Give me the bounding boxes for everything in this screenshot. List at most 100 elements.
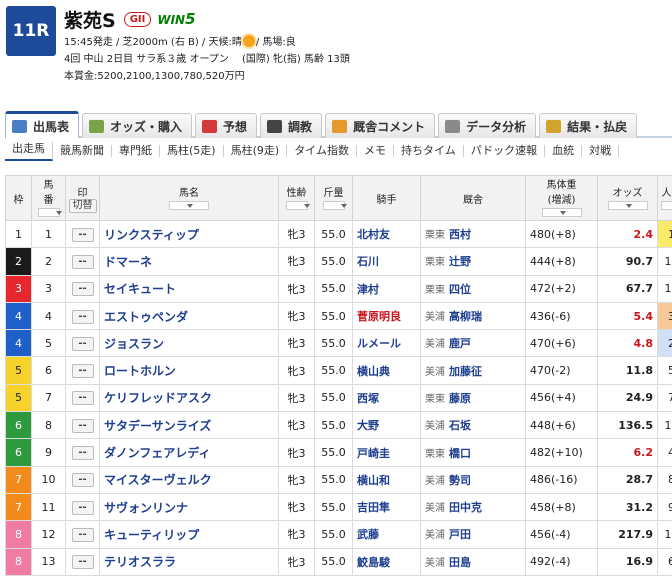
jockey-link[interactable]: 武藤 (357, 528, 379, 541)
trainer-link[interactable]: 橋口 (449, 447, 471, 460)
odds-value[interactable]: 31.2 (626, 501, 653, 514)
subnav-item[interactable]: 血統 (545, 145, 583, 157)
trainer-link[interactable]: 四位 (449, 283, 471, 296)
horse-name-link[interactable]: ジョスラン (104, 337, 164, 351)
horse-name-link[interactable]: ロートホルン (104, 364, 176, 378)
sort-dropdown-icon[interactable] (322, 200, 347, 210)
subnav-item[interactable]: 対戦 (582, 145, 620, 157)
horse-name-link[interactable]: ケリフレッドアスク (104, 391, 212, 405)
trainer-link[interactable]: 戸田 (449, 528, 471, 541)
mark-select-button[interactable]: -- (71, 364, 94, 379)
trainer-link[interactable]: 加藤征 (449, 365, 482, 378)
jockey-link[interactable]: 鮫島駿 (357, 556, 390, 569)
tab-3[interactable]: 調教 (260, 113, 323, 138)
tab-2[interactable]: 予想 (195, 113, 258, 138)
tab-1[interactable]: オッズ・購入 (82, 113, 193, 138)
sex-age-cell: 牝3 (278, 383, 315, 413)
mark-select-button[interactable]: -- (71, 391, 94, 406)
horse-name-link[interactable]: ドマーネ (104, 255, 152, 269)
horse-name-link[interactable]: サヴォンリンナ (104, 501, 188, 515)
odds-value[interactable]: 28.7 (626, 473, 653, 486)
jockey-link[interactable]: 吉田隼 (357, 501, 390, 514)
tab-4[interactable]: 厩舎コメント (325, 113, 436, 138)
sort-dropdown-icon[interactable] (285, 200, 310, 210)
horse-name-link[interactable]: マイスターヴェルク (104, 473, 212, 487)
subnav-item[interactable]: 競馬新聞 (53, 145, 112, 157)
jockey-link[interactable]: 西塚 (357, 392, 379, 405)
jockey-link[interactable]: 横山和 (357, 474, 390, 487)
horse-name-link[interactable]: リンクスティップ (104, 228, 199, 242)
jockey-link[interactable]: 大野 (357, 419, 379, 432)
horse-name-link[interactable]: キューティリップ (104, 528, 199, 542)
tab-6[interactable]: 結果・払戻 (539, 113, 638, 138)
subnav-item[interactable]: パドック速報 (464, 145, 546, 157)
trainer-link[interactable]: 田中克 (449, 501, 482, 514)
sort-dropdown-icon[interactable] (37, 208, 62, 217)
col-weight[interactable]: 斤量 (314, 175, 353, 221)
jockey-link[interactable]: 津村 (357, 283, 379, 296)
odds-value[interactable]: 24.9 (626, 391, 653, 404)
odds-value[interactable]: 217.9 (618, 528, 653, 541)
jockey-link[interactable]: 戸崎圭 (357, 447, 390, 460)
sort-dropdown-icon[interactable] (660, 200, 672, 210)
odds-value[interactable]: 6.2 (634, 446, 654, 459)
mark-select-button[interactable]: -- (71, 555, 94, 570)
horse-name-link[interactable]: テリオスララ (104, 555, 176, 569)
jockey-link[interactable]: 北村友 (357, 228, 390, 241)
mark-select-button[interactable]: -- (71, 418, 94, 433)
mark-select-button[interactable]: -- (71, 336, 94, 351)
mark-select-button[interactable]: -- (71, 500, 94, 515)
trainer-link[interactable]: 田島 (449, 556, 471, 569)
subnav-item[interactable]: タイム指数 (287, 145, 357, 157)
mark-select-button[interactable]: -- (71, 527, 94, 542)
odds-value[interactable]: 67.7 (626, 282, 653, 295)
trainer-link[interactable]: 勢司 (449, 474, 471, 487)
odds-value[interactable]: 11.8 (626, 364, 653, 377)
horse-name-link[interactable]: サタデーサンライズ (104, 419, 211, 433)
col-body-weight[interactable]: 馬体重 (増減) (525, 175, 598, 221)
tab-0[interactable]: 出馬表 (5, 111, 80, 138)
subnav-item[interactable]: メモ (357, 145, 394, 157)
mark-select-button[interactable]: -- (71, 446, 94, 461)
mark-select-button[interactable]: -- (71, 309, 94, 324)
odds-value[interactable]: 136.5 (618, 419, 653, 432)
odds-value[interactable]: 5.4 (634, 310, 654, 323)
sort-dropdown-icon[interactable] (541, 208, 582, 217)
trainer-link[interactable]: 西村 (449, 228, 471, 241)
mark-select-button[interactable]: -- (71, 282, 94, 297)
tab-5[interactable]: データ分析 (438, 113, 537, 138)
sort-dropdown-icon[interactable] (169, 200, 209, 210)
col-odds[interactable]: オッズ (597, 175, 658, 221)
col-popularity[interactable]: 人気 (657, 175, 672, 221)
subnav-item[interactable]: 持ちタイム (394, 145, 464, 157)
jockey-link[interactable]: 石川 (357, 255, 379, 268)
odds-value[interactable]: 16.9 (626, 555, 653, 568)
trainer-link[interactable]: 石坂 (449, 419, 471, 432)
subnav-item[interactable]: 専門紙 (112, 145, 160, 157)
jockey-link[interactable]: 菅原明良 (357, 310, 401, 323)
jockey-link[interactable]: 横山典 (357, 365, 390, 378)
subnav-item[interactable]: 馬柱(5走) (160, 145, 224, 157)
mark-select-button[interactable]: -- (71, 254, 94, 269)
subnav-item[interactable]: 出走馬 (5, 141, 53, 161)
trainer-link[interactable]: 辻野 (449, 255, 471, 268)
trainer-link[interactable]: 高柳瑞 (449, 310, 482, 323)
horse-name-link[interactable]: エストゥペンダ (104, 310, 188, 324)
col-horse[interactable]: 馬名 (99, 175, 279, 221)
horse-name-link[interactable]: セイキュート (104, 282, 176, 296)
odds-value[interactable]: 2.4 (634, 228, 654, 241)
horse-name-link[interactable]: ダノンフェアレディ (104, 446, 210, 460)
mark-select-button[interactable]: -- (71, 473, 94, 488)
subnav-item[interactable]: 馬柱(9走) (224, 145, 288, 157)
odds-value[interactable]: 4.8 (634, 337, 654, 350)
trainer-link[interactable]: 鹿戸 (449, 337, 471, 350)
col-umaban[interactable]: 馬番 (31, 175, 66, 221)
sort-dropdown-icon[interactable] (607, 200, 648, 210)
mark-toggle-button[interactable]: 切替 (68, 198, 97, 213)
col-sex-age[interactable]: 性齢 (278, 175, 315, 221)
weight-cell: 55.0 (314, 438, 353, 467)
mark-select-button[interactable]: -- (71, 227, 94, 242)
odds-value[interactable]: 90.7 (626, 255, 653, 268)
trainer-link[interactable]: 藤原 (449, 392, 471, 405)
jockey-link[interactable]: ルメール (357, 337, 401, 350)
